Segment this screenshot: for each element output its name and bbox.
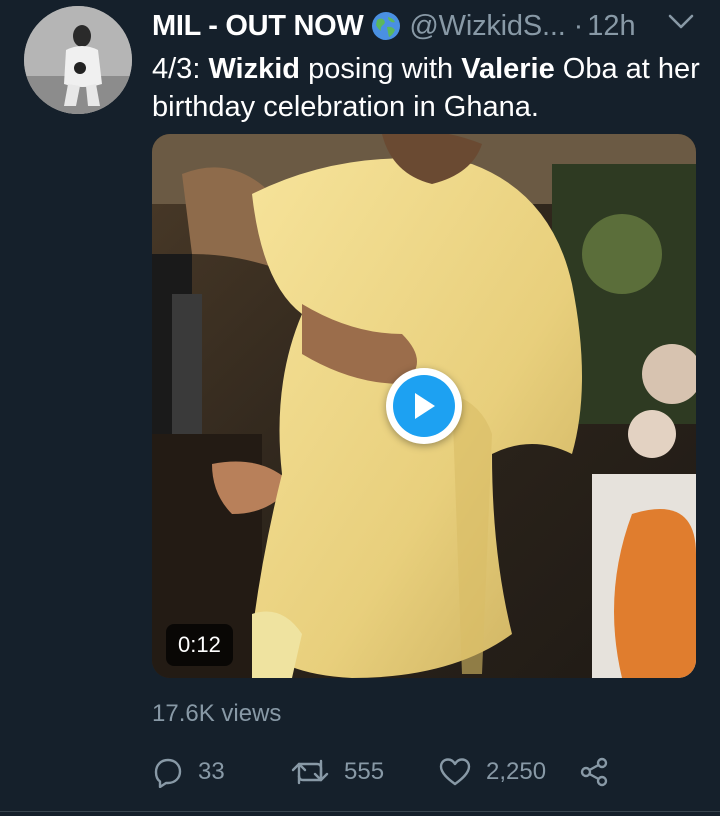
tweet-text-bold-valerie: Valerie [461,53,555,85]
heart-icon [439,758,471,786]
like-button[interactable]: 2,250 [438,752,546,792]
author-handle[interactable]: @WizkidS... [409,6,565,46]
video-player[interactable]: 0:12 [152,134,696,678]
play-button[interactable] [386,368,462,444]
avatar-image [24,6,132,114]
retweet-icon [291,759,329,785]
header-separator: · [573,10,584,42]
timestamp[interactable]: 12h [587,6,635,46]
display-name[interactable]: MIL - OUT NOW [152,6,364,46]
retweet-button[interactable]: 555 [290,752,384,792]
avatar[interactable] [24,6,132,114]
tweet-text: 4/3: Wizkid posing with Valerie Oba at h… [152,50,702,126]
globe-icon [371,11,401,41]
tweet-text-middle: posing with [300,53,462,85]
chevron-down-icon[interactable] [668,14,694,30]
tweet-actions: 33 555 2,250 [152,752,632,792]
view-count: 17.6K views [152,700,282,727]
tweet-text-bold-wizkid: Wizkid [208,53,301,85]
divider [0,811,720,812]
retweet-count: 555 [344,758,385,785]
like-count: 2,250 [486,758,547,785]
reply-icon [154,758,182,788]
share-icon [580,757,608,787]
video-duration: 0:12 [166,624,233,666]
tweet[interactable]: MIL - OUT NOW @WizkidS... · 12h 4/3: Wiz… [0,0,720,816]
reply-count: 33 [198,758,225,785]
play-icon [393,375,455,437]
tweet-text-prefix: 4/3: [152,53,209,85]
reply-button[interactable]: 33 [152,752,225,792]
tweet-header: MIL - OUT NOW @WizkidS... · 12h [152,6,700,46]
share-button[interactable] [578,752,610,792]
